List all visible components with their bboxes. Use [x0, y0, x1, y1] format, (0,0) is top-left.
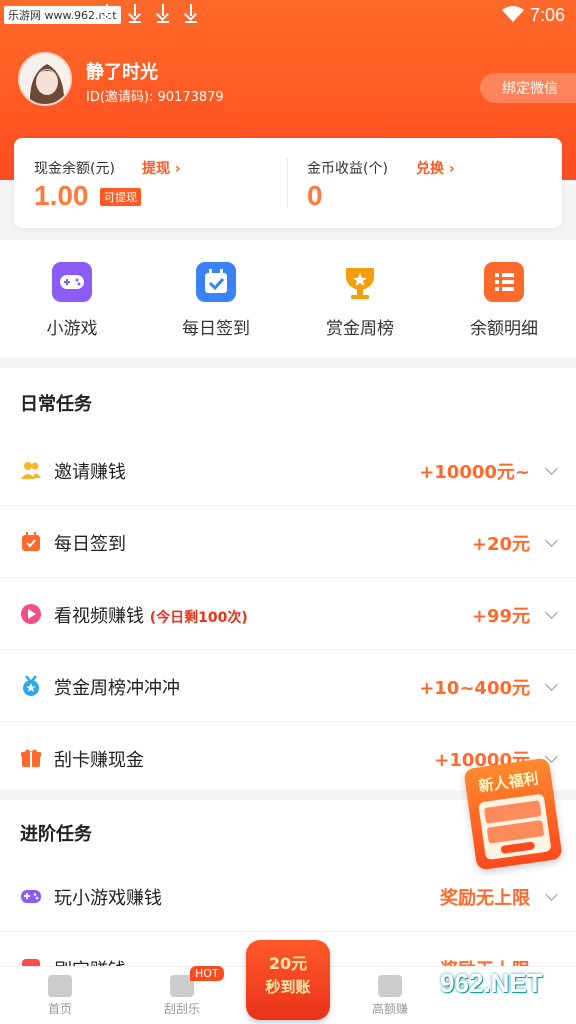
task-row-play-games[interactable]: 玩小游戏赚钱 奖励无上限 — [0, 860, 576, 932]
clock: 7:06 — [530, 5, 566, 25]
balance-card: 现金余额(元) 提现 › 1.00 可提现 金币收益(个) 兑换 › 0 — [14, 138, 562, 228]
newbie-welfare-banner[interactable]: 新人福利 — [463, 757, 563, 871]
task-note: (今日剩100次) — [149, 610, 248, 626]
instant-cash-amount: 20元 — [268, 954, 308, 973]
calendar-icon — [22, 532, 40, 551]
hot-badge: HOT — [190, 966, 224, 981]
exchange-link[interactable]: 兑换 › — [416, 158, 455, 178]
download-notifications — [100, 2, 198, 24]
task-row-weekly-ranking[interactable]: 赏金周榜冲冲冲 +10~400元 — [0, 650, 576, 722]
task-name-text: 玩小游戏赚钱 — [54, 888, 162, 909]
task-name-text: 看视频赚钱 — [54, 606, 144, 627]
quick-link-daily-checkin[interactable]: 每日签到 — [144, 262, 288, 339]
coin-income-label: 金币收益(个) — [307, 161, 388, 177]
medal-icon — [23, 675, 39, 696]
quick-link-balance-details[interactable]: 余额明细 — [432, 262, 576, 339]
section-title: 进阶任务 — [20, 824, 92, 845]
calendar-check-icon — [196, 262, 236, 302]
instant-cash-text: 秒到账 — [265, 978, 311, 996]
username: 静了时光 — [86, 62, 158, 83]
list-icon — [484, 262, 524, 302]
trophy-icon — [340, 262, 380, 302]
chevron-down-icon[interactable] — [545, 534, 558, 547]
newbie-welfare-image — [478, 793, 552, 861]
task-reward: +20元 — [471, 534, 530, 555]
chevron-down-icon[interactable] — [545, 606, 558, 619]
task-row-invite[interactable]: 邀请赚钱 +10000元~ — [0, 434, 576, 506]
task-name: 刮卡赚现金 — [54, 746, 144, 772]
task-name: 每日签到 — [54, 530, 126, 556]
download-icon — [184, 2, 198, 24]
coin-income-value: 0 — [307, 180, 323, 211]
task-reward: +10000元~ — [419, 462, 530, 483]
quick-link-label: 余额明细 — [470, 319, 538, 339]
gamepad-icon — [21, 890, 41, 903]
task-name-text: 邀请赚钱 — [54, 462, 126, 483]
site-watermark: 962.NET — [440, 968, 543, 998]
task-name: 邀请赚钱 — [54, 458, 126, 484]
nav-scratch-label: 刮刮乐 — [163, 1002, 200, 1016]
play-icon — [21, 604, 41, 624]
section-title: 日常任务 — [20, 394, 92, 415]
cash-balance-label: 现金余额(元) — [34, 161, 115, 177]
task-reward: 奖励无上限 — [440, 888, 530, 909]
user-id: ID(邀请码): 90173879 — [86, 90, 224, 105]
bind-wechat-button[interactable]: 绑定微信 — [480, 73, 576, 103]
task-row-watch-video[interactable]: 看视频赚钱 (今日剩100次) +99元 — [0, 578, 576, 650]
task-reward: +99元 — [471, 606, 530, 627]
task-name-text: 每日签到 — [54, 534, 126, 555]
quick-link-weekly-ranking[interactable]: 赏金周榜 — [288, 262, 432, 339]
divider — [287, 158, 288, 208]
wifi-icon — [502, 6, 524, 22]
gamepad-icon — [52, 262, 92, 302]
cash-balance-value: 1.00 — [34, 180, 89, 211]
status-bar: 乐游网 www.962.net 7:06 — [0, 0, 576, 32]
instant-cash-button[interactable]: 20元 秒到账 — [246, 940, 330, 1020]
avatar[interactable] — [18, 52, 72, 106]
chevron-down-icon[interactable] — [545, 462, 558, 475]
withdraw-link[interactable]: 提现 › — [142, 158, 181, 178]
nav-home-label: 首页 — [47, 1002, 72, 1016]
users-icon — [21, 462, 41, 479]
quick-link-label: 赏金周榜 — [326, 319, 394, 339]
money-bag-icon — [378, 975, 402, 997]
download-icon — [100, 2, 114, 24]
nav-scratch[interactable]: 刮刮乐 — [132, 975, 232, 1017]
daily-tasks-section: 日常任务 邀请赚钱 +10000元~ 每日签到 +20元 看视频赚钱 (今日剩1… — [0, 368, 576, 790]
nav-high-earn[interactable]: 高额赚 — [340, 975, 440, 1017]
task-name: 看视频赚钱 (今日剩100次) — [54, 602, 248, 628]
download-icon — [128, 2, 142, 24]
task-name-text: 赏金周榜冲冲冲 — [54, 678, 180, 699]
task-name: 玩小游戏赚钱 — [54, 884, 162, 910]
nav-high-earn-label: 高额赚 — [371, 1002, 408, 1016]
quick-link-mini-games[interactable]: 小游戏 — [0, 262, 144, 339]
task-row-checkin[interactable]: 每日签到 +20元 — [0, 506, 576, 578]
task-reward: +10~400元 — [419, 678, 530, 699]
withdrawable-badge: 可提现 — [100, 188, 141, 206]
quick-link-label: 小游戏 — [46, 319, 98, 339]
task-name: 赏金周榜冲冲冲 — [54, 674, 180, 700]
task-name-text: 刮卡赚现金 — [54, 750, 144, 771]
nav-home[interactable]: 首页 — [10, 975, 110, 1017]
quick-link-label: 每日签到 — [182, 319, 250, 339]
chevron-down-icon[interactable] — [545, 678, 558, 691]
download-icon — [156, 2, 170, 24]
gift-icon — [21, 749, 41, 767]
quick-links: 小游戏 每日签到 赏金周榜 余额明细 — [0, 240, 576, 358]
home-icon — [48, 975, 72, 997]
chevron-down-icon[interactable] — [545, 888, 558, 901]
